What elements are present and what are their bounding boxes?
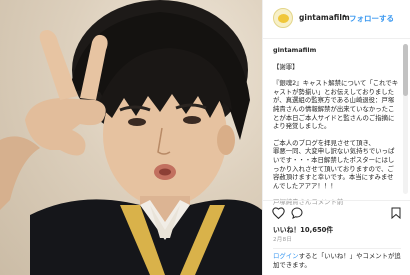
gintama-logo-avatar[interactable]	[273, 8, 293, 28]
post-photo[interactable]	[0, 0, 262, 275]
post-date: 2月8日	[273, 237, 293, 243]
login-link[interactable]: ログイン	[273, 252, 299, 260]
post-side-panel: gintamafilm • フォローする gintamafilm 【謝罪】 『銀…	[262, 0, 410, 275]
login-prompt: ログインすると「いいね！」やコメントが追加できます。	[273, 248, 401, 269]
caption-username[interactable]: gintamafilm	[273, 46, 399, 55]
follow-button[interactable]: フォローする	[349, 13, 394, 24]
post-header: gintamafilm • フォローする	[263, 0, 410, 39]
header-separator: •	[342, 12, 347, 21]
cosplay-portrait-image	[0, 0, 262, 275]
caption-scrollbar-thumb[interactable]	[403, 44, 408, 96]
bookmark-icon[interactable]	[391, 207, 401, 219]
likes-count[interactable]: いいね！10,650件	[273, 224, 333, 234]
caption-heading: 【謝罪】	[273, 62, 299, 71]
caption-paragraph-2: ご本人のブログを拝見させて頂き、 罪悪一同、大変申し訳ない気持ちでいっぱいです・…	[273, 138, 395, 190]
comment-icon[interactable]	[291, 207, 303, 219]
post-actions-bar	[263, 200, 410, 225]
caption-paragraph-1: 『銀魂2』キャスト解禁について「これでキャストが勢揃い」とお伝えしておりましたが…	[273, 79, 399, 131]
post-caption: gintamafilm 【謝罪】 『銀魂2』キャスト解禁について「これでキャスト…	[273, 46, 399, 215]
heart-icon[interactable]	[272, 207, 285, 219]
